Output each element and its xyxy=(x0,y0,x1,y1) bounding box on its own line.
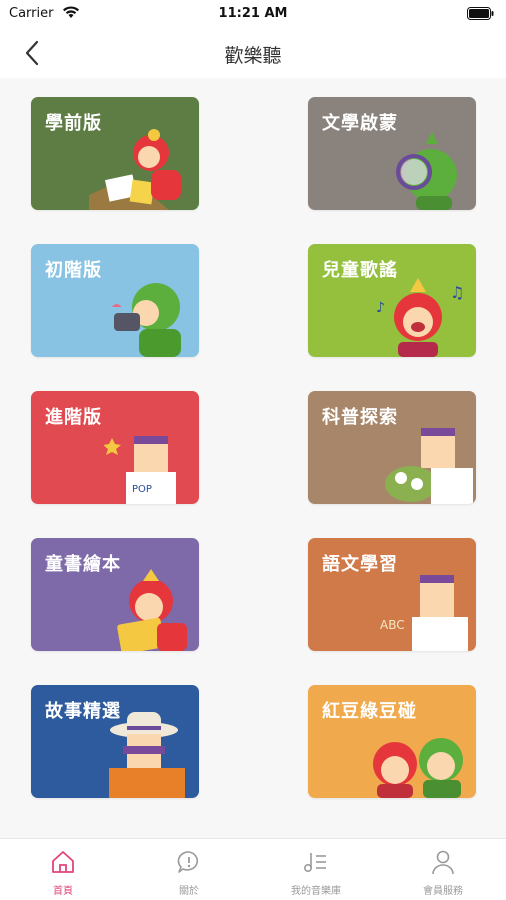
category-card[interactable]: 文學啟蒙 xyxy=(308,97,476,210)
category-card[interactable]: 初階版 xyxy=(31,244,199,357)
tab-label: 首頁 xyxy=(53,886,73,897)
svg-text:POP: POP xyxy=(132,484,152,495)
mascot-illustration: ABC xyxy=(380,575,468,651)
tab-label: 我的音樂庫 xyxy=(291,886,341,897)
tab-bar: 首頁 關於 我的音樂庫 會員服務 xyxy=(0,838,506,900)
mascot-illustration xyxy=(396,132,457,210)
tab-home[interactable]: 首頁 xyxy=(0,839,126,900)
chat-info-icon xyxy=(177,851,199,873)
category-card[interactable]: 故事精選 xyxy=(31,685,199,798)
mascot-illustration xyxy=(89,129,181,210)
navigation-bar: 歡樂聽 xyxy=(0,28,506,78)
mascot-illustration: ♪ ♫ xyxy=(376,278,464,357)
svg-text:ABC: ABC xyxy=(380,618,405,632)
category-card[interactable]: 紅豆綠豆碰 xyxy=(308,685,476,798)
mascot-illustration xyxy=(117,569,187,651)
tab-member-services[interactable]: 會員服務 xyxy=(380,839,506,900)
svg-text:♫: ♫ xyxy=(450,283,464,302)
category-label: 進階版 xyxy=(45,407,102,428)
mascot-illustration xyxy=(109,712,185,798)
category-card[interactable]: 學前版 xyxy=(31,97,199,210)
category-card[interactable]: 科普探索 xyxy=(308,391,476,504)
mascot-illustration: POP xyxy=(104,436,176,504)
clock: 11:21 AM xyxy=(218,6,288,21)
mascot-illustration xyxy=(385,428,473,504)
tab-label: 會員服務 xyxy=(423,886,463,897)
music-library-icon xyxy=(303,853,326,872)
category-grid: 學前版 文學啟蒙 初階版 兒童歌謠 ♪ ♫ 進階版 POP 科普探索 童書繪本 … xyxy=(0,78,506,838)
battery-icon xyxy=(467,7,494,20)
page-title: 歡樂聽 xyxy=(224,45,282,67)
svg-text:♪: ♪ xyxy=(376,300,385,316)
tab-music-library[interactable]: 我的音樂庫 xyxy=(253,839,379,900)
person-icon xyxy=(432,850,454,875)
category-card[interactable]: 語文學習 ABC xyxy=(308,538,476,651)
mascot-illustration xyxy=(373,738,463,798)
tab-about[interactable]: 關於 xyxy=(126,839,252,900)
category-card[interactable]: 童書繪本 xyxy=(31,538,199,651)
category-card[interactable]: 進階版 POP xyxy=(31,391,199,504)
category-card[interactable]: 兒童歌謠 ♪ ♫ xyxy=(308,244,476,357)
mascot-illustration xyxy=(112,283,181,357)
home-icon xyxy=(52,851,74,873)
tab-label: 關於 xyxy=(179,886,199,897)
status-bar: Carrier 11:21 AM xyxy=(0,0,506,28)
